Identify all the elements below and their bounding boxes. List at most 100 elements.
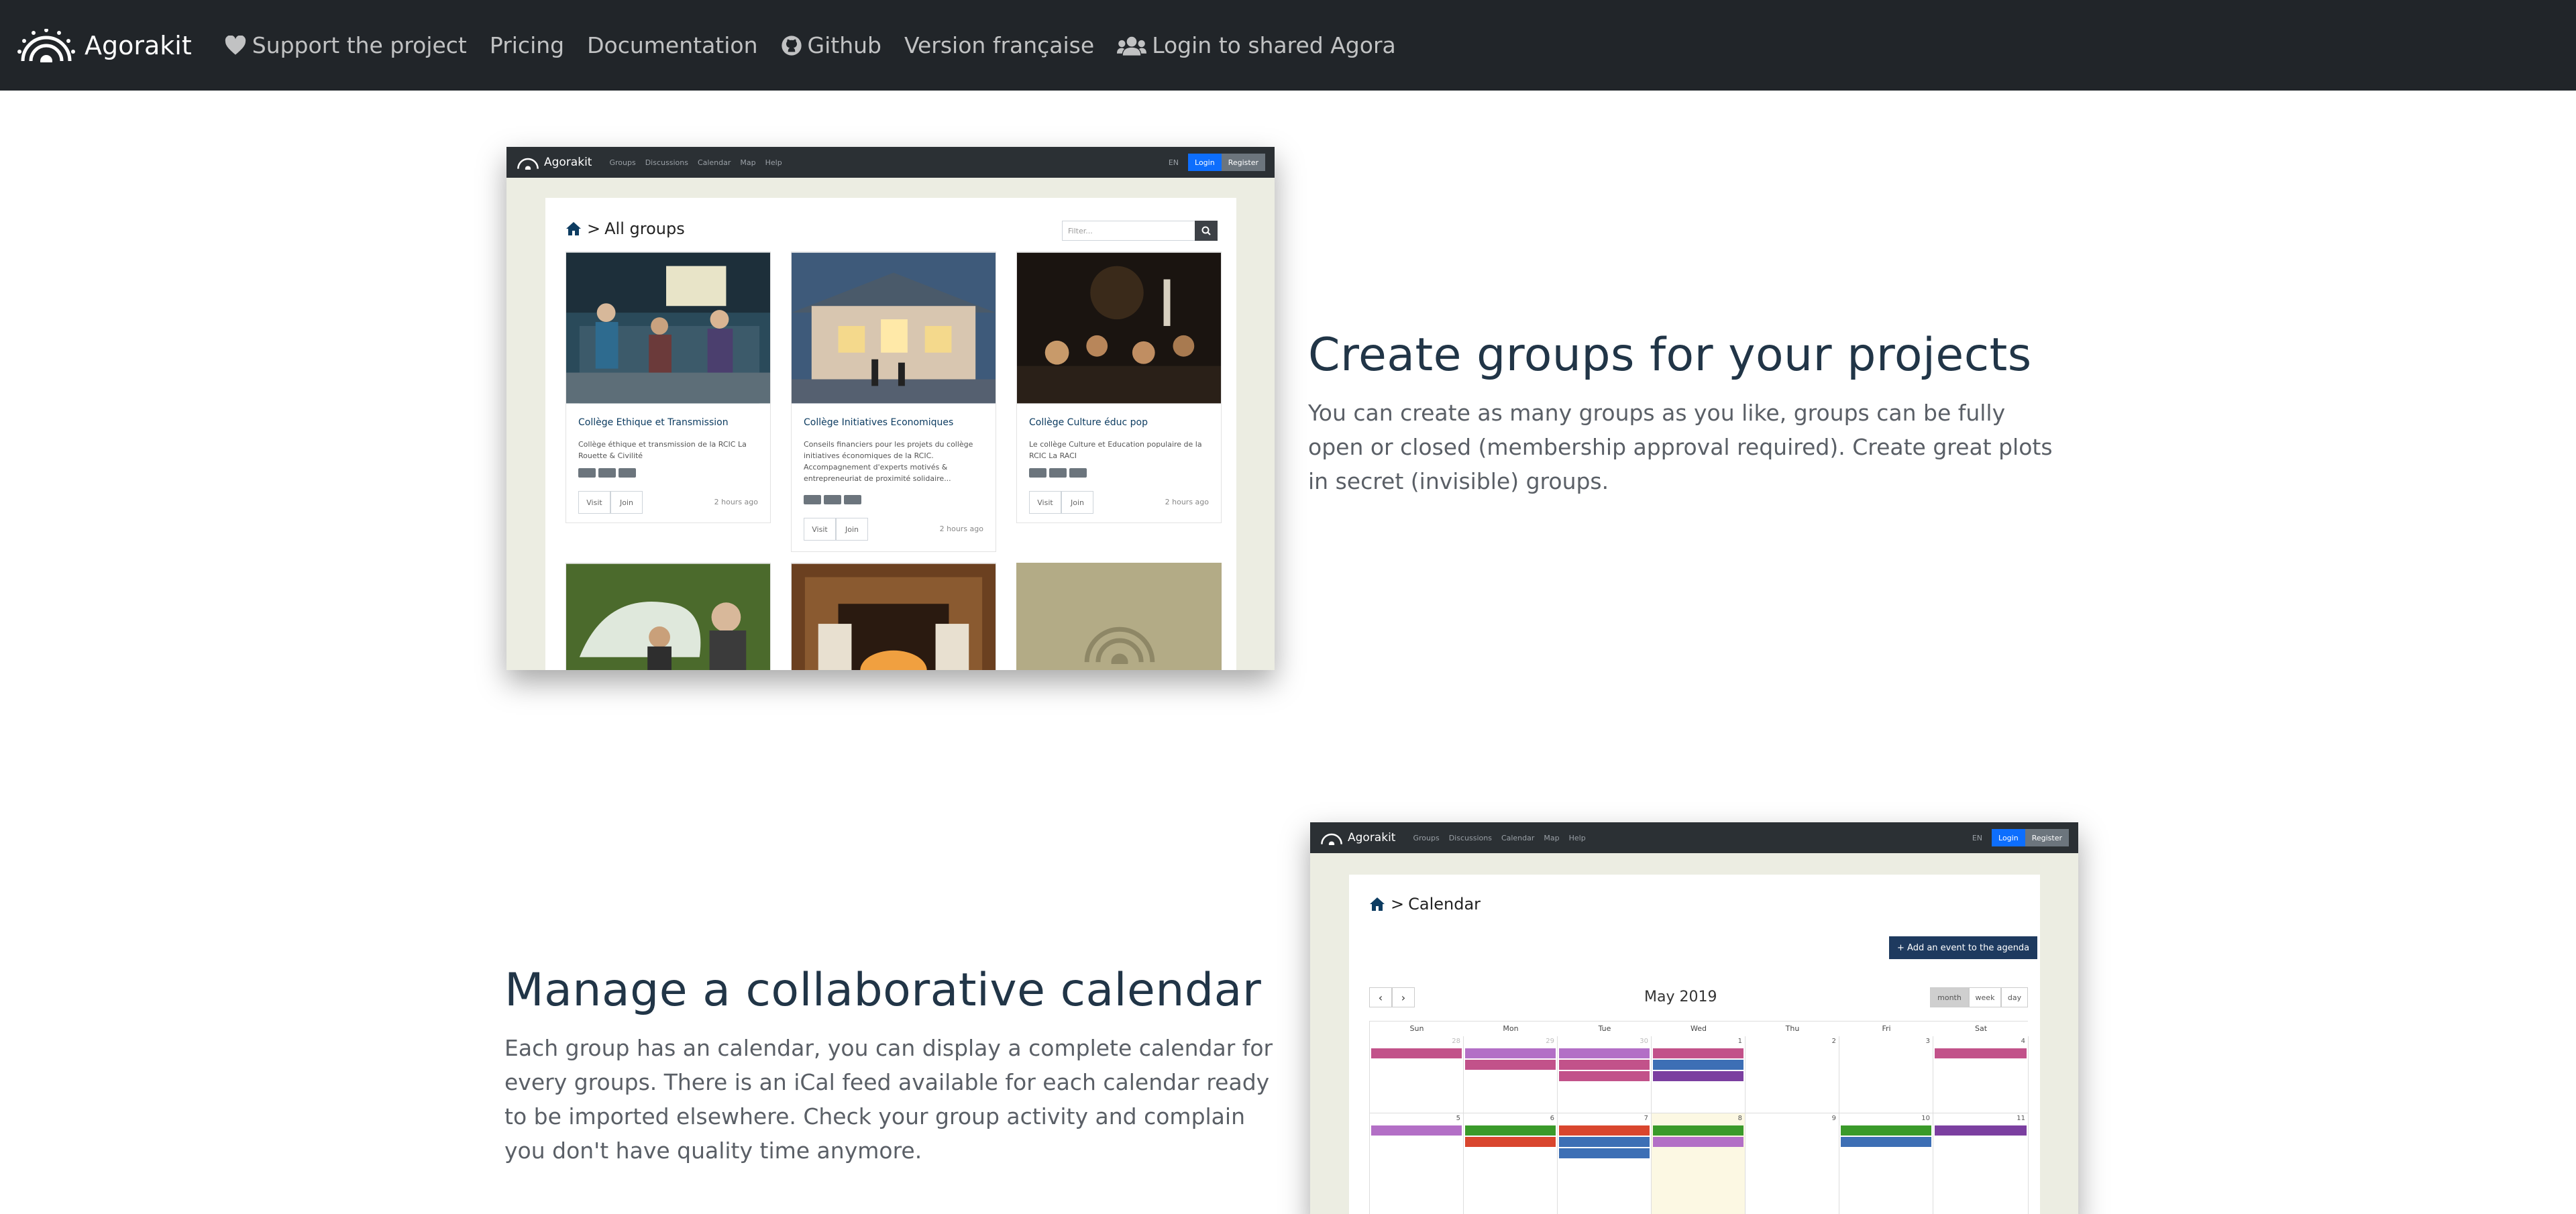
mini-nav-calendar: Calendar <box>697 158 731 167</box>
weekday-header: Thu <box>1785 1024 1800 1033</box>
group-card-photo <box>566 252 770 404</box>
calendar-day-cell: 8 <box>1652 1113 1746 1214</box>
breadcrumb-separator: > <box>587 219 601 238</box>
calendar-event <box>1653 1060 1743 1070</box>
calendar-day-cell: 4 <box>1933 1036 2029 1113</box>
calendar-event <box>1559 1125 1650 1136</box>
day-number: 9 <box>1831 1115 1836 1122</box>
nav-support-label: Support the project <box>252 32 467 58</box>
heart-icon <box>225 35 246 55</box>
calendar-day-cell: 6 <box>1464 1113 1558 1214</box>
group-card-badges <box>1029 468 1089 478</box>
nav-french-version-label: Version française <box>904 32 1095 58</box>
weekday-header: Wed <box>1690 1024 1707 1033</box>
mini-nav-discussions: Discussions <box>645 158 688 167</box>
calendar-event <box>1371 1125 1462 1136</box>
calendar-day-cell: 10 <box>1839 1113 1933 1214</box>
weekday-header: Tue <box>1598 1024 1611 1033</box>
mini-nav-help: Help <box>1568 833 1586 842</box>
calendar-day-cell: 3 <box>1839 1036 1933 1113</box>
calendar-event <box>1371 1048 1462 1058</box>
calendar-grid: Sun Mon Tue Wed Thu Fri Sat 28 29 30 1 2 <box>1369 1021 2029 1214</box>
breadcrumb-separator: > <box>1391 895 1405 914</box>
calendar-event <box>1935 1048 2027 1058</box>
calendar-event <box>1653 1137 1743 1147</box>
calendar-event <box>1559 1071 1650 1081</box>
day-number: 1 <box>1737 1038 1742 1045</box>
calendar-event <box>1559 1148 1650 1158</box>
day-number: 10 <box>1921 1115 1930 1122</box>
calendar-event <box>1841 1137 1931 1147</box>
group-card <box>791 563 996 670</box>
nav-documentation[interactable]: Documentation <box>587 32 757 58</box>
calendar-event <box>1465 1060 1556 1070</box>
groups-screenshot-navbar: Agorakit Groups Discussions Calendar Map… <box>506 147 1275 178</box>
mini-brand: Agorakit <box>516 155 592 170</box>
day-number: 6 <box>1550 1115 1554 1122</box>
group-card-time: 2 hours ago <box>714 498 758 506</box>
nav-github[interactable]: Github <box>781 32 881 58</box>
mini-brand-name: Agorakit <box>544 156 592 169</box>
mini-nav-map: Map <box>740 158 756 167</box>
calendar-event <box>1653 1048 1743 1058</box>
group-card-photo <box>1017 252 1221 404</box>
weekday-header: Fri <box>1882 1024 1891 1033</box>
group-card-text: Collège éthique et transmission de la RC… <box>578 440 747 460</box>
calendar-day-cell: 29 <box>1464 1036 1558 1113</box>
group-card-join-button: Join <box>836 518 868 541</box>
mini-nav-groups: Groups <box>609 158 636 167</box>
nav-login-shared-agora[interactable]: Login to shared Agora <box>1117 32 1396 58</box>
group-card-photo <box>792 563 996 670</box>
nav-documentation-label: Documentation <box>587 32 758 58</box>
calendar-event <box>1465 1137 1556 1147</box>
group-card-visit-button: Visit <box>804 518 836 541</box>
groups-section-text: You can create as many groups as you lik… <box>1308 400 2053 494</box>
calendar-event <box>1559 1060 1650 1070</box>
groups-section-title: Create groups for your projects <box>1308 329 2032 382</box>
calendar-event <box>1559 1137 1650 1147</box>
add-event-button: + Add an event to the agenda <box>1889 936 2038 959</box>
weekday-header: Mon <box>1503 1024 1519 1033</box>
mini-nav-groups: Groups <box>1413 833 1440 842</box>
day-number: 28 <box>1452 1038 1460 1045</box>
mini-nav-help: Help <box>765 158 782 167</box>
filter-input: Filter... <box>1062 221 1196 241</box>
mini-register: Register <box>2025 829 2069 846</box>
calendar-screenshot-navbar: Agorakit Groups Discussions Calendar Map… <box>1310 822 2078 853</box>
day-number: 29 <box>1546 1038 1554 1045</box>
nav-support[interactable]: Support the project <box>224 32 467 58</box>
mini-brand: Agorakit <box>1320 830 1395 845</box>
day-number: 30 <box>1640 1038 1648 1045</box>
group-card: Collège Culture éduc pop Le collège Cult… <box>1016 252 1222 523</box>
brand-link[interactable]: Agorakit <box>17 28 192 62</box>
nav-pricing[interactable]: Pricing <box>490 32 564 58</box>
day-number: 5 <box>1456 1115 1460 1122</box>
nav-french-version[interactable]: Version française <box>904 32 1094 58</box>
day-number: 8 <box>1737 1115 1742 1122</box>
group-card <box>566 563 771 670</box>
group-card <box>1016 563 1222 670</box>
calendar-day-cell: 7 <box>1558 1113 1652 1214</box>
weekday-header: Sat <box>1974 1024 1988 1033</box>
github-icon <box>781 35 802 56</box>
day-number: 3 <box>1925 1038 1930 1045</box>
mini-nav-discussions: Discussions <box>1448 833 1492 842</box>
calendar-day-cell: 5 <box>1370 1113 1464 1214</box>
brand-name: Agorakit <box>85 30 192 60</box>
group-card-title: Collège Initiatives Economiques <box>804 417 954 428</box>
mini-nav-right: EN Login Register <box>1169 147 1275 178</box>
groups-screenshot: Agorakit Groups Discussions Calendar Map… <box>506 147 1275 670</box>
mini-lang: EN <box>1972 833 1983 842</box>
mini-register: Register <box>1221 154 1265 171</box>
weekday-header: Sun <box>1409 1024 1424 1033</box>
nav-github-label: Github <box>807 32 881 58</box>
calendar-section-text: Each group has an calendar, you can disp… <box>504 1035 1273 1164</box>
filter-search-button <box>1195 221 1218 241</box>
day-number: 2 <box>1831 1038 1836 1045</box>
group-card: Collège Initiatives Economiques Conseils… <box>791 252 996 552</box>
group-card-time: 2 hours ago <box>939 525 983 533</box>
calendar-prev-button: ‹ <box>1369 987 1392 1007</box>
calendar-event <box>1653 1125 1743 1136</box>
calendar-event <box>1465 1125 1556 1136</box>
calendar-day-cell: 2 <box>1746 1036 1839 1113</box>
